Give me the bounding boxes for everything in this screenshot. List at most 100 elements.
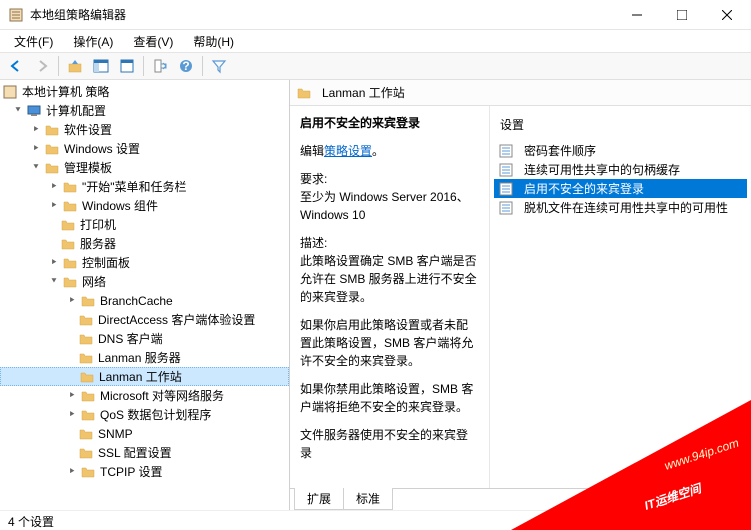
up-button[interactable]	[63, 54, 87, 78]
folder-icon	[296, 85, 312, 101]
folder-icon	[78, 426, 94, 442]
menu-action[interactable]: 操作(A)	[65, 31, 121, 52]
tree-start-menu[interactable]: ⯈ "开始"菜单和任务栏	[0, 177, 289, 196]
menu-view[interactable]: 查看(V)	[125, 31, 181, 52]
expand-icon[interactable]: ⯈	[66, 295, 78, 307]
setting-item[interactable]: 密码套件顺序	[494, 141, 747, 160]
detail-title: 启用不安全的来宾登录	[300, 114, 479, 132]
titlebar: 本地组策略编辑器	[0, 0, 751, 30]
edit-prefix: 编辑	[300, 144, 324, 158]
expand-icon[interactable]: ⯈	[66, 390, 78, 402]
tree-label: Windows 设置	[64, 140, 140, 157]
tree-server[interactable]: 服务器	[0, 234, 289, 253]
tree-label: 本地计算机 策略	[22, 83, 109, 100]
req-label: 要求:	[300, 172, 327, 186]
window-title: 本地组策略编辑器	[30, 6, 614, 23]
edit-policy-link[interactable]: 策略设置	[324, 144, 372, 158]
tab-standard[interactable]: 标准	[343, 488, 393, 510]
folder-icon	[78, 445, 94, 461]
req-text: 至少为 Windows Server 2016、Windows 10	[300, 190, 469, 222]
tree-label: Lanman 工作站	[99, 368, 182, 385]
tree-label: TCPIP 设置	[100, 463, 162, 480]
tree-software-settings[interactable]: ⯈ 软件设置	[0, 120, 289, 139]
policy-icon	[2, 84, 18, 100]
tree-label: 服务器	[80, 235, 116, 252]
settings-pane[interactable]: 设置 密码套件顺序 连续可用性共享中的句柄缓存 启用不安全的来宾登录 脱机文件在…	[490, 106, 751, 488]
tree-label: QoS 数据包计划程序	[100, 406, 211, 423]
folder-icon	[62, 198, 78, 214]
export-button[interactable]	[148, 54, 172, 78]
tree-ms-p2p[interactable]: ⯈ Microsoft 对等网络服务	[0, 386, 289, 405]
tree-lanman-workstation[interactable]: Lanman 工作站	[0, 367, 289, 386]
menu-help[interactable]: 帮助(H)	[185, 31, 242, 52]
tree-dns-client[interactable]: DNS 客户端	[0, 329, 289, 348]
tree-windows-settings[interactable]: ⯈ Windows 设置	[0, 139, 289, 158]
close-button[interactable]	[704, 0, 749, 29]
tree-label: SNMP	[98, 427, 133, 441]
folder-icon	[80, 407, 96, 423]
tree-lanman-server[interactable]: Lanman 服务器	[0, 348, 289, 367]
expand-icon[interactable]: ⯈	[48, 200, 60, 212]
setting-item[interactable]: 脱机文件在连续可用性共享中的可用性	[494, 198, 747, 217]
app-icon	[8, 7, 24, 23]
status-bar: 4 个设置	[0, 510, 751, 530]
main-content: 本地计算机 策略 ⯆ 计算机配置 ⯈ 软件设置 ⯈ Windows 设置 ⯆ 管…	[0, 80, 751, 510]
breadcrumb: Lanman 工作站	[290, 80, 751, 106]
folder-icon	[80, 388, 96, 404]
tree-admin-templates[interactable]: ⯆ 管理模板	[0, 158, 289, 177]
filter-button[interactable]	[207, 54, 231, 78]
setting-item-selected[interactable]: 启用不安全的来宾登录	[494, 179, 747, 198]
tree-label: 网络	[82, 273, 106, 290]
computer-icon	[26, 103, 42, 119]
tree-branchcache[interactable]: ⯈ BranchCache	[0, 291, 289, 310]
maximize-button[interactable]	[659, 0, 704, 29]
tree-label: "开始"菜单和任务栏	[82, 178, 187, 195]
tree-tcpip[interactable]: ⯈ TCPIP 设置	[0, 462, 289, 481]
tree-label: DNS 客户端	[98, 330, 163, 347]
folder-icon	[78, 331, 94, 347]
desc-label: 描述:	[300, 236, 327, 250]
tree-network[interactable]: ⯆ 网络	[0, 272, 289, 291]
tree-windows-components[interactable]: ⯈ Windows 组件	[0, 196, 289, 215]
tree-computer-config[interactable]: ⯆ 计算机配置	[0, 101, 289, 120]
tree-label: Windows 组件	[82, 197, 158, 214]
forward-button[interactable]	[30, 54, 54, 78]
collapse-icon[interactable]: ⯆	[12, 105, 24, 117]
tree-printer[interactable]: 打印机	[0, 215, 289, 234]
tree-label: Microsoft 对等网络服务	[100, 387, 224, 404]
expand-icon[interactable]: ⯈	[48, 257, 60, 269]
tree-directaccess[interactable]: DirectAccess 客户端体验设置	[0, 310, 289, 329]
expand-icon[interactable]: ⯈	[30, 143, 42, 155]
folder-icon	[60, 236, 76, 252]
expand-icon[interactable]: ⯈	[30, 124, 42, 136]
right-pane: Lanman 工作站 启用不安全的来宾登录 编辑策略设置。 要求: 至少为 Wi…	[290, 80, 751, 510]
settings-header[interactable]: 设置	[494, 112, 747, 141]
tree-ssl[interactable]: SSL 配置设置	[0, 443, 289, 462]
description-block: 描述: 此策略设置确定 SMB 客户端是否允许在 SMB 服务器上进行不安全的来…	[300, 234, 479, 306]
tab-extended[interactable]: 扩展	[294, 488, 344, 510]
collapse-icon[interactable]: ⯆	[48, 276, 60, 288]
tree-control-panel[interactable]: ⯈ 控制面板	[0, 253, 289, 272]
desc-p3: 如果你禁用此策略设置，SMB 客户端将拒绝不安全的来宾登录。	[300, 380, 479, 416]
tree-label: 管理模板	[64, 159, 112, 176]
setting-item[interactable]: 连续可用性共享中的句柄缓存	[494, 160, 747, 179]
help-button[interactable]: ?	[174, 54, 198, 78]
show-hide-tree-button[interactable]	[89, 54, 113, 78]
folder-icon	[44, 122, 60, 138]
folder-icon	[44, 160, 60, 176]
back-button[interactable]	[4, 54, 28, 78]
setting-label: 连续可用性共享中的句柄缓存	[524, 161, 680, 178]
expand-icon[interactable]: ⯈	[66, 409, 78, 421]
properties-button[interactable]	[115, 54, 139, 78]
menu-file[interactable]: 文件(F)	[6, 31, 61, 52]
toolbar-separator	[58, 56, 59, 76]
tree-snmp[interactable]: SNMP	[0, 424, 289, 443]
tree-root[interactable]: 本地计算机 策略	[0, 82, 289, 101]
folder-icon	[62, 274, 78, 290]
expand-icon[interactable]: ⯈	[66, 466, 78, 478]
collapse-icon[interactable]: ⯆	[30, 162, 42, 174]
tree-pane[interactable]: 本地计算机 策略 ⯆ 计算机配置 ⯈ 软件设置 ⯈ Windows 设置 ⯆ 管…	[0, 80, 290, 510]
tree-qos[interactable]: ⯈ QoS 数据包计划程序	[0, 405, 289, 424]
expand-icon[interactable]: ⯈	[48, 181, 60, 193]
minimize-button[interactable]	[614, 0, 659, 29]
